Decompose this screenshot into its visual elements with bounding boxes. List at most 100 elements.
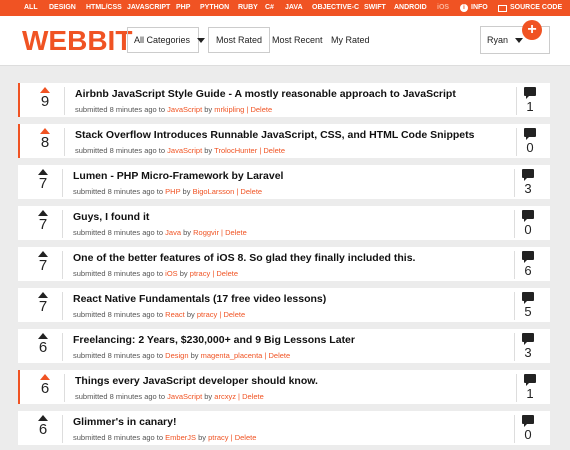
post-category-link[interactable]: EmberJS (165, 433, 196, 442)
category-link-swift[interactable]: SWIFT (364, 4, 386, 12)
delete-link[interactable]: Delete (263, 146, 285, 155)
post-row: 6 Freelancing: 2 Years, $230,000+ and 9 B… (18, 329, 550, 363)
post-score: 7 (38, 175, 48, 192)
meta-separator: | (264, 351, 267, 360)
comment-count: 6 (524, 263, 532, 278)
meta-separator: | (212, 269, 215, 278)
delete-link[interactable]: Delete (225, 228, 247, 237)
by-text: by (182, 187, 191, 196)
post-category-link[interactable]: JavaScript (167, 146, 202, 155)
post-title[interactable]: Stack Overflow Introduces Runnable JavaS… (75, 129, 474, 141)
comments-link[interactable]: 6 (518, 251, 538, 278)
comments-link[interactable]: 0 (520, 128, 540, 155)
comment-bubble-icon (524, 128, 536, 140)
post-meta: submitted 8 minutes ago to Java by Roggv… (73, 228, 247, 237)
divider (62, 251, 63, 279)
post-category-link[interactable]: Java (165, 228, 181, 237)
delete-link[interactable]: Delete (223, 310, 245, 319)
category-link-php[interactable]: PHP (176, 4, 190, 12)
submitted-text: submitted 8 minutes ago to (75, 392, 166, 401)
post-category-link[interactable]: JavaScript (167, 105, 202, 114)
comment-count: 0 (526, 140, 534, 155)
by-text: by (204, 392, 213, 401)
post-author-link[interactable]: ptracy (190, 269, 210, 278)
category-link-javascript[interactable]: JAVASCRIPT (127, 4, 170, 12)
info-icon: i (460, 4, 468, 12)
post-title[interactable]: Things every JavaScript developer should… (75, 375, 318, 387)
post-author-link[interactable]: magenta_placenta (201, 351, 263, 360)
tab-most-rated[interactable]: Most Rated (208, 27, 271, 53)
submitted-text: submitted 8 minutes ago to (75, 105, 166, 114)
post-author-link[interactable]: TrolocHunter (214, 146, 257, 155)
post-row: 6 Things every JavaScript developer shoul… (18, 370, 550, 404)
tab-my-rated[interactable]: My Rated (324, 27, 377, 53)
source-code-link[interactable]: SOURCE CODE (498, 3, 562, 13)
category-select[interactable]: All Categories (127, 27, 206, 53)
post-category-link[interactable]: iOS (165, 269, 178, 278)
category-link-python[interactable]: PYTHON (200, 4, 229, 12)
vote-block: 7 (36, 210, 50, 233)
post-title[interactable]: Freelancing: 2 Years, $230,000+ and 9 Bi… (73, 334, 355, 346)
post-title[interactable]: Airbnb JavaScript Style Guide - A mostly… (75, 88, 456, 100)
tab-most-recent[interactable]: Most Recent (265, 27, 330, 53)
post-title[interactable]: Lumen - PHP Micro-Framework by Laravel (73, 170, 283, 182)
category-link-csharp[interactable]: C# (265, 4, 274, 12)
chevron-down-icon (197, 37, 206, 43)
comments-link[interactable]: 3 (518, 333, 538, 360)
comments-link[interactable]: 0 (518, 415, 538, 442)
logo[interactable]: WEBBIT (22, 26, 132, 56)
comments-link[interactable]: 1 (520, 374, 540, 401)
post-category-link[interactable]: JavaScript (167, 392, 202, 401)
post-category-link[interactable]: React (165, 310, 185, 319)
post-author-link[interactable]: ptracy (197, 310, 217, 319)
post-author-link[interactable]: arcxyz (214, 392, 236, 401)
post-row: 8 Stack Overflow Introduces Runnable Java… (18, 124, 550, 158)
info-label: INFO (471, 4, 488, 11)
divider (64, 87, 65, 115)
delete-link[interactable]: Delete (268, 351, 290, 360)
delete-link[interactable]: Delete (216, 269, 238, 278)
category-link-html-css[interactable]: HTML/CSS (86, 4, 122, 12)
category-link-android[interactable]: ANDROID (394, 4, 427, 12)
by-text: by (198, 433, 207, 442)
add-post-button[interactable]: + (522, 20, 542, 40)
post-title[interactable]: Guys, I found it (73, 211, 149, 223)
category-link-ruby[interactable]: RUBY (238, 4, 258, 12)
category-link-all[interactable]: ALL (24, 4, 38, 12)
post-author-link[interactable]: ptracy (208, 433, 228, 442)
divider (62, 169, 63, 197)
info-link[interactable]: i INFO (460, 3, 488, 13)
divider (516, 87, 517, 115)
divider (62, 292, 63, 320)
divider (516, 374, 517, 402)
category-link-design[interactable]: DESIGN (49, 4, 76, 12)
post-category-link[interactable]: Design (165, 351, 188, 360)
category-link-ios[interactable]: iOS (437, 4, 449, 12)
delete-link[interactable]: Delete (235, 433, 257, 442)
comment-bubble-icon (522, 333, 534, 345)
delete-link[interactable]: Delete (240, 187, 262, 196)
meta-separator: | (221, 228, 223, 237)
category-select-value: All Categories (134, 35, 191, 45)
divider (64, 374, 65, 402)
category-link-java[interactable]: JAVA (285, 4, 303, 12)
post-score: 9 (40, 93, 50, 110)
comments-link[interactable]: 0 (518, 210, 538, 237)
post-author-link[interactable]: BigoLarsson (193, 187, 235, 196)
post-title[interactable]: Glimmer's in canary! (73, 416, 176, 428)
category-link-objective-c[interactable]: OBJECTIVE-C (312, 4, 359, 12)
post-title[interactable]: React Native Fundamentals (17 free video… (73, 293, 326, 305)
submitted-text: submitted 8 minutes ago to (75, 146, 166, 155)
comments-link[interactable]: 1 (520, 87, 540, 114)
delete-link[interactable]: Delete (250, 105, 272, 114)
post-category-link[interactable]: PHP (165, 187, 180, 196)
comments-link[interactable]: 5 (518, 292, 538, 319)
divider (62, 210, 63, 238)
post-author-link[interactable]: Roggvir (193, 228, 219, 237)
by-text: by (204, 105, 213, 114)
submitted-text: submitted 8 minutes ago to (73, 269, 164, 278)
delete-link[interactable]: Delete (242, 392, 264, 401)
comments-link[interactable]: 3 (518, 169, 538, 196)
post-title[interactable]: One of the better features of iOS 8. So … (73, 252, 415, 264)
post-author-link[interactable]: mrkipling (214, 105, 244, 114)
